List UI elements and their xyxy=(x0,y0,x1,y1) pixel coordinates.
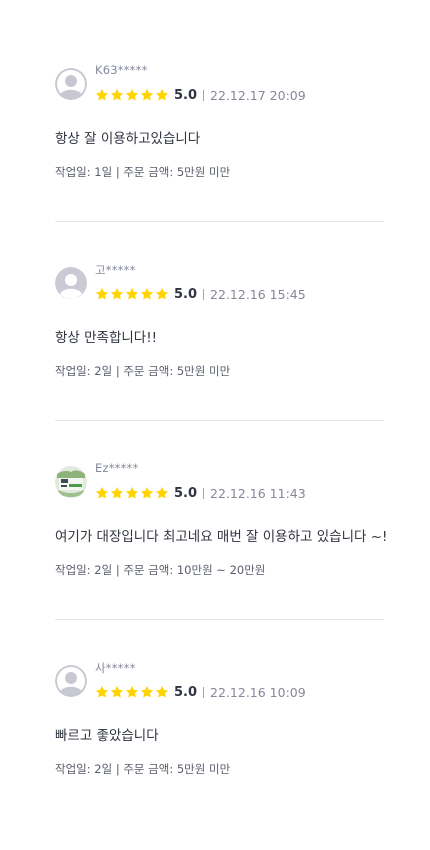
star-rating xyxy=(95,486,169,500)
star-rating xyxy=(95,685,169,699)
rating-score: 5.0 xyxy=(174,87,198,103)
review-comment: 빠르고 좋았습니다 xyxy=(55,728,159,744)
star-icon xyxy=(140,88,154,101)
star-icon xyxy=(95,88,109,101)
star-icon xyxy=(140,685,154,698)
order-info: 작업일: 1일 | 주문 금액: 5만원 미만 xyxy=(55,165,231,179)
review-comment: 여기가 대장입니다 최고네요 매번 잘 이용하고 있습니다 ~! xyxy=(55,529,388,545)
rating-score: 5.0 xyxy=(174,286,198,302)
rating-row: 5.0 22.12.17 20:09 xyxy=(95,85,306,105)
star-icon xyxy=(95,486,109,499)
review-date: 22.12.17 20:09 xyxy=(210,87,306,103)
divider xyxy=(55,619,384,620)
star-icon xyxy=(110,287,124,300)
profile-photo xyxy=(55,466,87,498)
review-item: Ez***** 5.0 22.12.16 11:43 여기가 대장입니다 최고네… xyxy=(55,461,388,620)
review-date: 22.12.16 15:45 xyxy=(210,286,306,302)
separator xyxy=(203,288,205,300)
rating-row: 5.0 22.12.16 11:43 xyxy=(95,483,306,503)
star-icon xyxy=(155,486,169,499)
star-icon xyxy=(110,88,124,101)
star-icon xyxy=(155,287,169,300)
reviewer-name: Ez***** xyxy=(95,461,139,475)
star-icon xyxy=(95,685,109,698)
star-rating xyxy=(95,88,169,102)
review-comment: 항상 만족합니다!! xyxy=(55,330,158,346)
star-icon xyxy=(110,685,124,698)
order-info: 작업일: 2일 | 주문 금액: 10만원 ~ 20만원 xyxy=(55,563,266,577)
review-date: 22.12.16 10:09 xyxy=(210,684,306,700)
star-icon xyxy=(140,486,154,499)
review-comment: 항상 잘 이용하고있습니다 xyxy=(55,131,201,147)
star-icon xyxy=(155,88,169,101)
order-info: 작업일: 2일 | 주문 금액: 5만원 미만 xyxy=(55,762,231,776)
rating-row: 5.0 22.12.16 15:45 xyxy=(95,284,306,304)
separator xyxy=(203,487,205,499)
star-rating xyxy=(95,287,169,301)
review-list: K63***** 5.0 22.12.17 20:09 항상 잘 이용하고있습니… xyxy=(0,0,430,819)
review-item: 고***** 5.0 22.12.16 15:45 항상 만족합니다!! 작업일… xyxy=(55,262,384,421)
star-icon xyxy=(125,88,139,101)
reviewer-name: 사***** xyxy=(95,661,136,675)
separator xyxy=(203,686,205,698)
star-icon xyxy=(140,287,154,300)
review-item: K63***** 5.0 22.12.17 20:09 항상 잘 이용하고있습니… xyxy=(55,63,384,222)
rating-row: 5.0 22.12.16 10:09 xyxy=(95,682,306,702)
divider xyxy=(55,221,384,222)
star-icon xyxy=(125,287,139,300)
rating-score: 5.0 xyxy=(174,485,198,501)
separator xyxy=(203,89,205,101)
star-icon xyxy=(155,685,169,698)
star-icon xyxy=(95,287,109,300)
review-date: 22.12.16 11:43 xyxy=(210,485,306,501)
star-icon xyxy=(125,685,139,698)
order-info: 작업일: 2일 | 주문 금액: 5만원 미만 xyxy=(55,364,231,378)
star-icon xyxy=(110,486,124,499)
reviewer-name: K63***** xyxy=(95,63,148,77)
default-avatar-icon xyxy=(55,68,87,100)
default-avatar-icon xyxy=(55,665,87,697)
rating-score: 5.0 xyxy=(174,684,198,700)
divider xyxy=(55,420,384,421)
default-avatar-icon xyxy=(55,267,87,299)
reviewer-name: 고***** xyxy=(95,263,136,277)
review-item: 사***** 5.0 22.12.16 10:09 빠르고 좋았습니다 작업일:… xyxy=(55,660,384,819)
star-icon xyxy=(125,486,139,499)
